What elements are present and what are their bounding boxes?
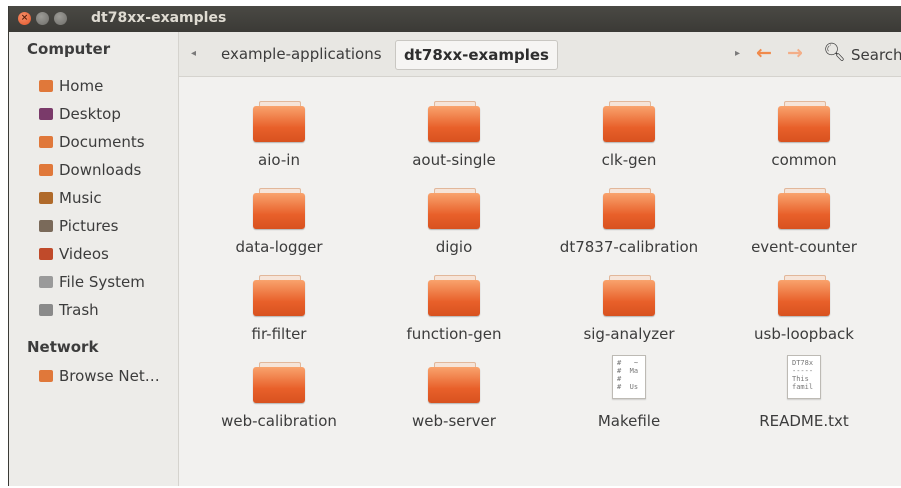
- back-arrow-icon[interactable]: ←: [756, 42, 772, 64]
- breadcrumb-right-arrow-icon[interactable]: ▸: [735, 48, 740, 59]
- file-name: sig-analyzer: [583, 325, 675, 343]
- folder-icon: [778, 188, 830, 229]
- file-name: event-counter: [751, 238, 857, 256]
- folder-icon: [778, 275, 830, 316]
- maximize-button[interactable]: [54, 12, 67, 25]
- title-bar[interactable]: × dt78xx-examples: [9, 6, 901, 32]
- music-icon: [39, 192, 53, 204]
- sidebar-item-label: Home: [59, 77, 104, 95]
- file-name: function-gen: [406, 325, 502, 343]
- folder-icon: [603, 275, 655, 316]
- file-name: fir-filter: [251, 325, 307, 343]
- sidebar-item-label: Downloads: [59, 161, 142, 179]
- folder-icon: [253, 275, 305, 316]
- folder-icon: [253, 101, 305, 142]
- sidebar-item-label: Desktop: [59, 105, 121, 123]
- pictures-icon: [39, 220, 53, 232]
- text-file-icon: DT78x ----- This famil: [787, 355, 821, 399]
- sidebar-item-label: Browse Net…: [59, 367, 160, 385]
- search-button-label[interactable]: Search: [851, 46, 901, 64]
- places-sidebar: Computer Home Desktop Documents Download…: [9, 32, 179, 486]
- home-icon: [39, 80, 53, 92]
- sidebar-item-videos[interactable]: Videos: [39, 242, 174, 266]
- file-manager-window: × dt78xx-examples Computer Home Desktop …: [8, 6, 901, 486]
- network-icon: [39, 370, 53, 382]
- videos-icon: [39, 248, 53, 260]
- downloads-icon: [39, 164, 53, 176]
- sidebar-item-label: File System: [59, 273, 145, 291]
- sidebar-item-downloads[interactable]: Downloads: [39, 158, 174, 182]
- file-name: dt7837-calibration: [559, 238, 699, 256]
- sidebar-item-label: Documents: [59, 133, 145, 151]
- breadcrumb-example-applications[interactable]: example-applications: [213, 40, 390, 68]
- file-name: README.txt: [759, 412, 849, 430]
- sidebar-item-label: Music: [59, 189, 102, 207]
- documents-icon: [39, 136, 53, 148]
- folder-icon: [778, 101, 830, 142]
- sidebar-heading-network: Network: [27, 338, 99, 356]
- search-icon[interactable]: 🔍︎: [823, 42, 846, 63]
- sidebar-item-label: Trash: [59, 301, 99, 319]
- sidebar-item-browse-network[interactable]: Browse Net…: [39, 364, 174, 388]
- file-name: clk-gen: [601, 151, 657, 169]
- folder-icon: [603, 188, 655, 229]
- sidebar-item-home[interactable]: Home: [39, 74, 174, 98]
- folder-icon: [253, 188, 305, 229]
- sidebar-item-label: Pictures: [59, 217, 119, 235]
- sidebar-item-file-system[interactable]: File System: [39, 270, 174, 294]
- sidebar-heading-computer: Computer: [27, 40, 111, 58]
- file-name: common: [771, 151, 837, 169]
- toolbar: ◂ example-applications dt78xx-examples ▸…: [179, 32, 901, 77]
- breadcrumb-left-arrow-icon[interactable]: ◂: [191, 48, 196, 59]
- sidebar-item-documents[interactable]: Documents: [39, 130, 174, 154]
- sidebar-item-label: Videos: [59, 245, 109, 263]
- filesystem-icon: [39, 276, 53, 288]
- file-name: web-server: [412, 412, 496, 430]
- close-button[interactable]: ×: [18, 12, 31, 25]
- file-name: data-logger: [235, 238, 323, 256]
- text-file-icon: # ~ # Ma # # Us: [612, 355, 646, 399]
- trash-icon: [39, 304, 53, 316]
- file-name: usb-loopback: [754, 325, 854, 343]
- window-title: dt78xx-examples: [91, 10, 227, 26]
- file-name: web-calibration: [221, 412, 337, 430]
- folder-icon: [603, 101, 655, 142]
- sidebar-item-desktop[interactable]: Desktop: [39, 102, 174, 126]
- sidebar-item-pictures[interactable]: Pictures: [39, 214, 174, 238]
- sidebar-item-music[interactable]: Music: [39, 186, 174, 210]
- file-name: digio: [435, 238, 473, 256]
- file-name: aio-in: [258, 151, 300, 169]
- folder-icon: [428, 362, 480, 403]
- folder-icon: [253, 362, 305, 403]
- file-view: aio-in aout-single clk-gen common data-l…: [179, 77, 901, 486]
- file-name: Makefile: [597, 412, 661, 430]
- file-name: aout-single: [412, 151, 496, 169]
- folder-icon: [428, 101, 480, 142]
- desktop-icon: [39, 108, 53, 120]
- forward-arrow-icon[interactable]: →: [787, 42, 803, 64]
- sidebar-item-trash[interactable]: Trash: [39, 298, 174, 322]
- minimize-button[interactable]: [36, 12, 49, 25]
- folder-icon: [428, 275, 480, 316]
- folder-icon: [428, 188, 480, 229]
- breadcrumb-dt78xx-examples[interactable]: dt78xx-examples: [395, 40, 558, 70]
